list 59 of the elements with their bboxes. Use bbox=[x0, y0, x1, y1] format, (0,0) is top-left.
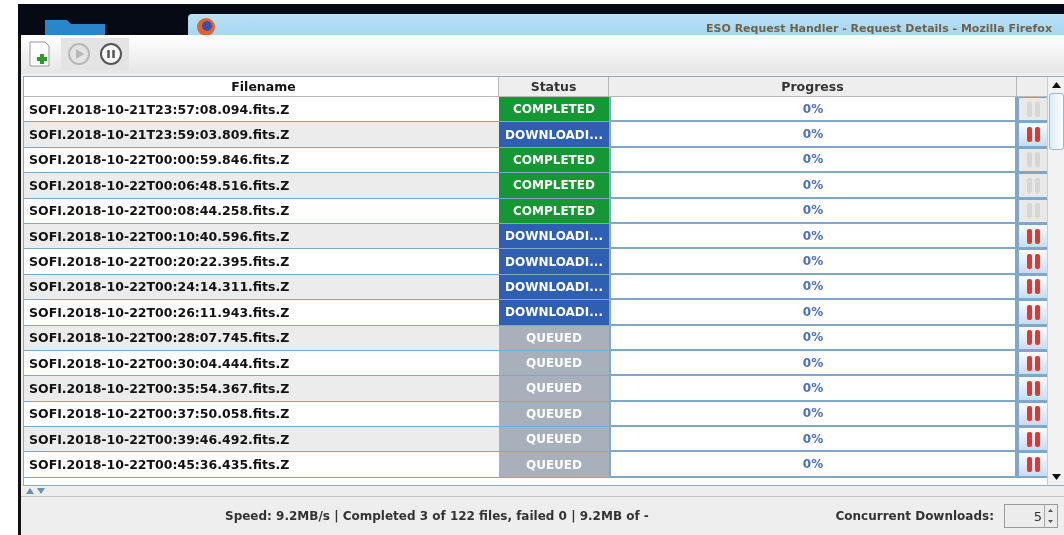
filename-cell: SOFI.2018-10-21T23:59:03.809.fits.Z bbox=[24, 122, 499, 148]
row-pause-button[interactable] bbox=[1019, 250, 1047, 273]
progress-text: 0% bbox=[802, 279, 824, 294]
row-pause-button[interactable] bbox=[1019, 123, 1047, 146]
progress-text: 0% bbox=[802, 330, 824, 345]
filename-cell: SOFI.2018-10-22T00:10:40.596.fits.Z bbox=[24, 223, 499, 250]
progress-text: 0% bbox=[802, 127, 824, 142]
progress-text: 0% bbox=[802, 457, 824, 472]
progress-text: 0% bbox=[802, 101, 824, 116]
row-pause-button[interactable] bbox=[1019, 326, 1047, 349]
status-badge: DOWNLOADI... bbox=[499, 274, 609, 301]
progress-text: 0% bbox=[802, 431, 824, 446]
progress-text: 0% bbox=[802, 254, 824, 269]
vertical-scrollbar[interactable] bbox=[1047, 77, 1064, 485]
row-pause-button[interactable] bbox=[1019, 301, 1047, 324]
progress-text: 0% bbox=[802, 355, 824, 370]
row-pause-button[interactable] bbox=[1019, 402, 1047, 426]
column-header[interactable]: Filename bbox=[24, 77, 499, 97]
splitter-handle[interactable] bbox=[21, 486, 1064, 497]
status-badge: COMPLETED bbox=[499, 147, 609, 174]
browser-logo-icon bbox=[196, 17, 216, 37]
row-pause-button[interactable] bbox=[1019, 351, 1047, 375]
status-summary: Speed: 9.2MB/s | Completed 3 of 122 files, failed 0 | 9.2MB of - bbox=[225, 509, 649, 523]
status-badge: QUEUED bbox=[499, 350, 609, 377]
add-download-button[interactable] bbox=[27, 39, 53, 69]
row-pause-button[interactable] bbox=[1019, 428, 1047, 451]
row-pause-button[interactable] bbox=[1019, 275, 1047, 299]
progress-text: 0% bbox=[802, 228, 824, 243]
status-badge: COMPLETED bbox=[499, 97, 609, 123]
window-title: ESO Request Handler - Request Details - Mozilla Firefox bbox=[706, 22, 1052, 35]
concurrent-downloads-spinner[interactable]: 5 bbox=[1004, 504, 1058, 528]
status-badge: QUEUED bbox=[499, 452, 609, 478]
concurrent-downloads-label: Concurrent Downloads: bbox=[835, 509, 994, 523]
progress-text: 0% bbox=[802, 177, 824, 192]
filename-cell: SOFI.2018-10-22T00:39:46.492.fits.Z bbox=[24, 427, 499, 453]
status-badge: COMPLETED bbox=[499, 173, 609, 199]
status-badge: QUEUED bbox=[499, 427, 609, 453]
status-badge: QUEUED bbox=[499, 376, 609, 402]
row-pause-button[interactable] bbox=[1019, 224, 1047, 248]
status-badge: COMPLETED bbox=[499, 198, 609, 224]
progress-text: 0% bbox=[802, 406, 824, 421]
status-badge: DOWNLOADI... bbox=[499, 249, 609, 275]
row-pause-button[interactable] bbox=[1019, 453, 1047, 476]
progress-text: 0% bbox=[802, 203, 824, 218]
filename-cell: SOFI.2018-10-22T00:24:14.311.fits.Z bbox=[24, 274, 499, 301]
status-badge: DOWNLOADI... bbox=[499, 122, 609, 148]
status-badge: QUEUED bbox=[499, 401, 609, 428]
status-badge: DOWNLOADI... bbox=[499, 223, 609, 250]
progress-text: 0% bbox=[802, 152, 824, 167]
row-pause-button[interactable] bbox=[1019, 377, 1047, 400]
progress-text: 0% bbox=[802, 304, 824, 319]
progress-text: 0% bbox=[802, 381, 824, 395]
scrollbar-thumb[interactable] bbox=[1048, 93, 1064, 150]
filename-cell: SOFI.2018-10-22T00:35:54.367.fits.Z bbox=[24, 376, 499, 402]
status-badge: QUEUED bbox=[499, 325, 609, 351]
filename-cell: SOFI.2018-10-22T00:06:48.516.fits.Z bbox=[24, 173, 499, 199]
filename-cell: SOFI.2018-10-22T00:28:07.745.fits.Z bbox=[24, 325, 499, 351]
pause-button[interactable] bbox=[97, 40, 125, 68]
status-badge: DOWNLOADI... bbox=[499, 300, 609, 326]
